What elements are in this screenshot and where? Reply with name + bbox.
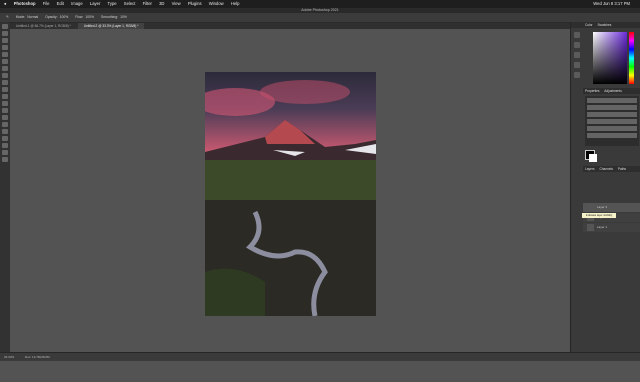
- move-tool-icon[interactable]: [2, 24, 8, 29]
- adjust-panel-tabs: Properties Adjustments: [583, 88, 640, 94]
- document-image[interactable]: [205, 72, 376, 316]
- pen-tool-icon[interactable]: [2, 122, 8, 127]
- opacity-label: Opacity:: [45, 15, 58, 19]
- dodge-tool-icon[interactable]: [2, 115, 8, 120]
- mode-select[interactable]: Normal: [27, 13, 38, 22]
- layer-name: Layer 3: [597, 205, 608, 209]
- background-color-swatch[interactable]: [589, 154, 597, 162]
- doc-size: Doc: 13.7M/28.6M: [25, 355, 50, 359]
- menu-type[interactable]: Type: [108, 0, 117, 8]
- type-tool-icon[interactable]: [2, 129, 8, 134]
- layer-name: Layer 1: [597, 225, 608, 229]
- tooltip: Indicates layer visibility: [582, 213, 616, 218]
- hue-slider[interactable]: [629, 32, 634, 84]
- smoothing-field[interactable]: 10%: [120, 13, 127, 22]
- mode-label: Mode:: [15, 15, 26, 19]
- swatches-grid[interactable]: [585, 96, 639, 146]
- tab-channels[interactable]: Channels: [599, 167, 612, 171]
- apple-icon[interactable]: ●: [4, 0, 7, 8]
- gradient-tool-icon[interactable]: [2, 101, 8, 106]
- zoom-level[interactable]: 33.33%: [4, 355, 14, 359]
- history-icon[interactable]: [574, 32, 580, 38]
- tab-paths[interactable]: Paths: [618, 167, 626, 171]
- options-bar: ✎ Mode: Normal Opacity: 100% Flow: 100% Smo…: [0, 13, 640, 23]
- menu-filter[interactable]: Filter: [143, 0, 152, 8]
- paragraph-icon[interactable]: [574, 62, 580, 68]
- tab-swatches[interactable]: Swatches: [598, 23, 612, 27]
- layer-thumbnail: [587, 204, 594, 211]
- brush-tool-icon[interactable]: [2, 73, 8, 78]
- opacity-field[interactable]: 100%: [60, 13, 69, 22]
- layer-thumbnail: [587, 224, 594, 231]
- menu-window[interactable]: Window: [209, 0, 224, 8]
- lasso-tool-icon[interactable]: [2, 38, 8, 43]
- history-brush-icon[interactable]: [2, 87, 8, 92]
- menu-bar: ● Photoshop File Edit Image Layer Type S…: [0, 0, 640, 8]
- marquee-tool-icon[interactable]: [2, 31, 8, 36]
- tab-adjustments[interactable]: Adjustments: [604, 89, 622, 93]
- shape-tool-icon[interactable]: [2, 143, 8, 148]
- menu-view[interactable]: View: [172, 0, 181, 8]
- zoom-tool-icon[interactable]: [2, 157, 8, 162]
- layer-row[interactable]: Layer 1: [583, 223, 640, 232]
- menu-3d[interactable]: 3D: [159, 0, 164, 8]
- landscape-photo: [205, 80, 376, 316]
- character-icon[interactable]: [574, 52, 580, 58]
- tab-properties[interactable]: Properties: [585, 89, 600, 93]
- quick-select-tool-icon[interactable]: [2, 45, 8, 50]
- menu-app[interactable]: Photoshop: [14, 0, 36, 8]
- eraser-tool-icon[interactable]: [2, 94, 8, 99]
- menu-plugins[interactable]: Plugins: [188, 0, 202, 8]
- menu-help[interactable]: Help: [231, 0, 240, 8]
- menu-image[interactable]: Image: [71, 0, 83, 8]
- menu-select[interactable]: Select: [124, 0, 136, 8]
- flow-field[interactable]: 100%: [85, 13, 94, 22]
- blur-tool-icon[interactable]: [2, 108, 8, 113]
- hand-tool-icon[interactable]: [2, 150, 8, 155]
- healing-tool-icon[interactable]: [2, 66, 8, 71]
- menu-layer[interactable]: Layer: [90, 0, 100, 8]
- flow-label: Flow:: [75, 15, 84, 19]
- tab-layers[interactable]: Layers: [585, 167, 595, 171]
- clone-tool-icon[interactable]: [2, 80, 8, 85]
- crop-tool-icon[interactable]: [2, 52, 8, 57]
- tab-color[interactable]: Color: [585, 23, 593, 27]
- panel-icon-strip: [571, 28, 583, 208]
- layer-row[interactable]: Layer 3: [583, 203, 640, 212]
- right-panels: Color Swatches Properties Adjustments La…: [570, 22, 640, 352]
- menu-edit[interactable]: Edit: [57, 0, 64, 8]
- path-select-tool-icon[interactable]: [2, 136, 8, 141]
- eyedropper-tool-icon[interactable]: [2, 59, 8, 64]
- brush-panel-icon[interactable]: [574, 42, 580, 48]
- clock: Wed Jun 8 3:17 PM: [593, 1, 630, 6]
- color-field[interactable]: [593, 32, 627, 84]
- menu-file[interactable]: File: [43, 0, 50, 8]
- actions-icon[interactable]: [574, 72, 580, 78]
- brush-tool-icon[interactable]: ✎: [6, 13, 9, 22]
- smoothing-label: Smoothing:: [100, 15, 119, 19]
- layers-panel-tabs: Layers Channels Paths: [583, 166, 640, 172]
